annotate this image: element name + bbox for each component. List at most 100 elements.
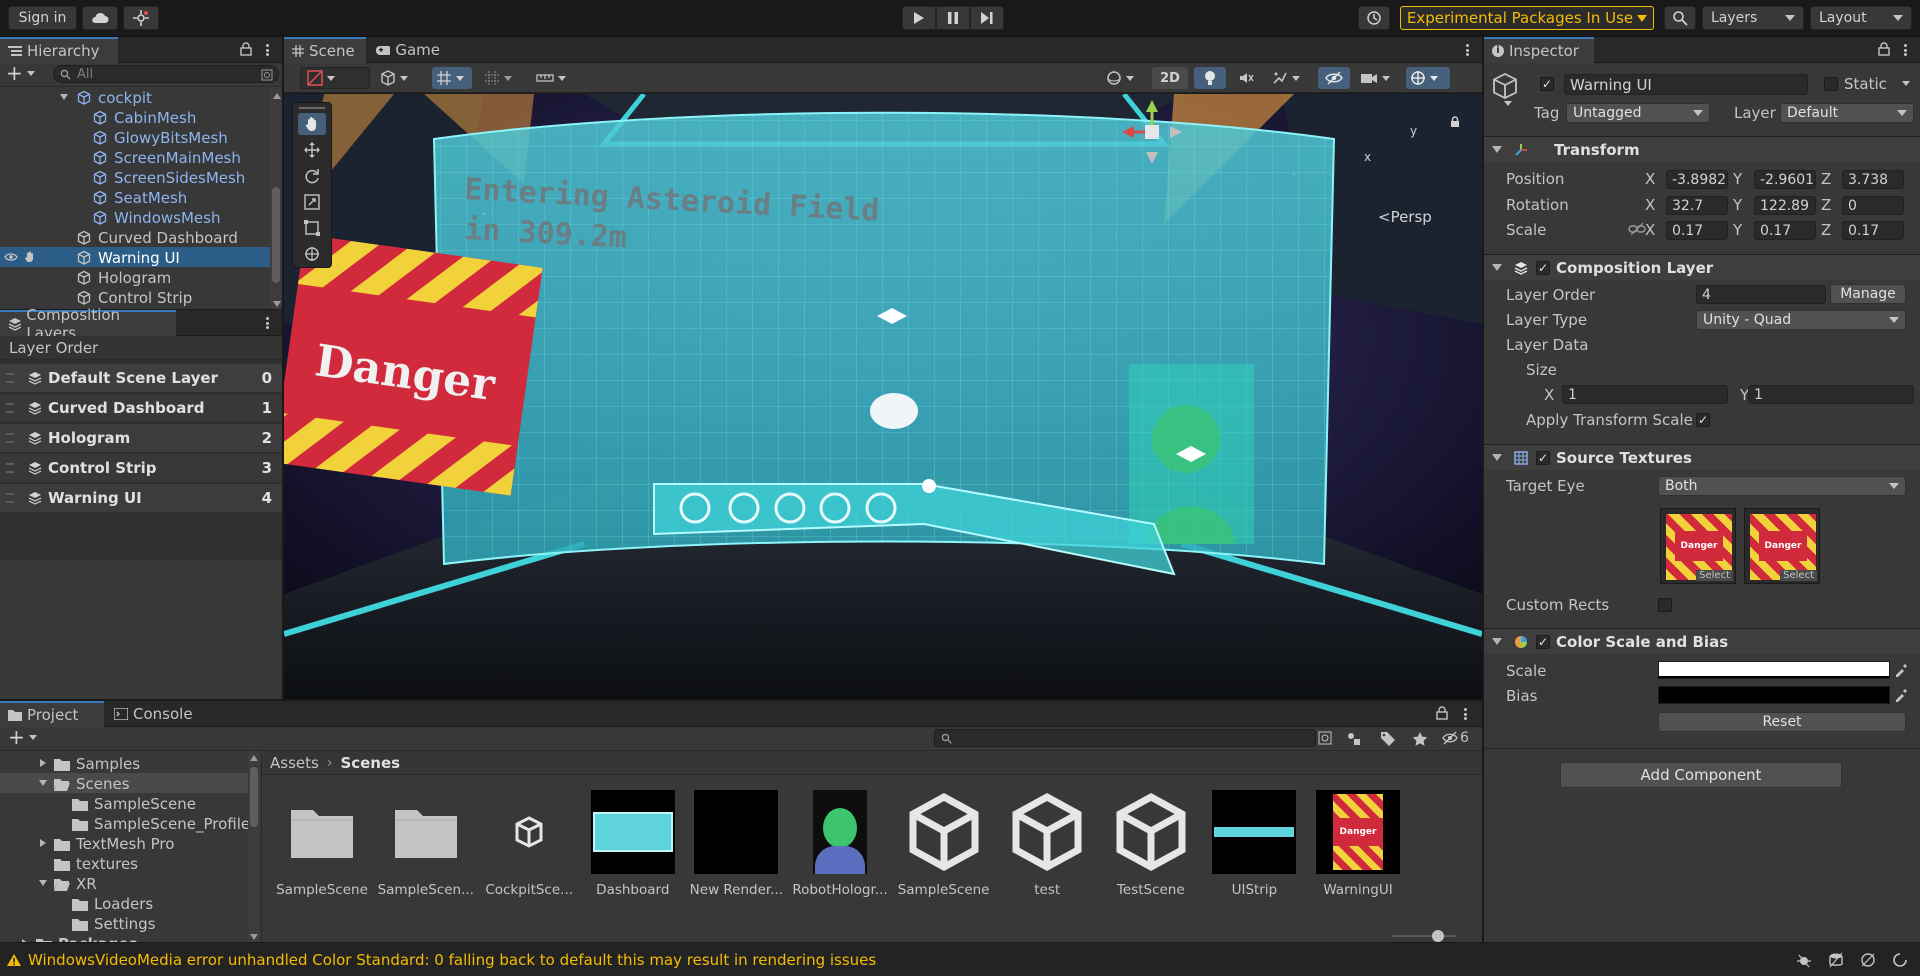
lock-icon[interactable]	[1878, 42, 1890, 56]
perspective-label[interactable]: <Persp	[1378, 208, 1432, 226]
rot-z-input[interactable]: 0	[1842, 196, 1904, 215]
gizmos-dropdown[interactable]	[1406, 67, 1450, 89]
composition-layer-component-header[interactable]: ✓ Composition Layer	[1484, 254, 1920, 280]
camera-dropdown[interactable]	[1356, 67, 1400, 89]
label-tag-icon[interactable]	[1380, 731, 1396, 747]
kebab-menu-icon[interactable]	[260, 42, 274, 58]
collab-button[interactable]	[123, 6, 159, 30]
scene-search-icon[interactable]	[261, 69, 273, 81]
asset-item[interactable]: SampleScen...	[378, 790, 474, 898]
project-tree-item[interactable]: textures	[0, 853, 248, 873]
ruler-dropdown[interactable]	[532, 67, 572, 89]
static-checkbox[interactable]	[1824, 77, 1838, 91]
layers-dropdown[interactable]: Layers	[1702, 6, 1804, 30]
pos-z-input[interactable]: 3.738	[1842, 170, 1904, 189]
composition-layer-row[interactable]: Default Scene Layer 0	[0, 364, 282, 392]
project-tree-item[interactable]: XR	[0, 873, 248, 893]
scale-y-input[interactable]: 0.17	[1754, 221, 1816, 240]
experimental-packages-button[interactable]: Experimental Packages In Use	[1400, 6, 1654, 30]
size-y-input[interactable]: 1	[1748, 385, 1914, 404]
asset-item[interactable]: SampleScene	[274, 790, 370, 898]
reset-button[interactable]: Reset	[1658, 712, 1906, 732]
add-component-button[interactable]: Add Component	[1560, 762, 1842, 788]
sign-in-button[interactable]: Sign in	[8, 6, 77, 30]
scene-visibility-toggle[interactable]	[1318, 67, 1350, 89]
layer-type-dropdown[interactable]: Unity - Quad	[1696, 310, 1906, 330]
kebab-menu-icon[interactable]	[1460, 42, 1474, 58]
hierarchy-scrollbar[interactable]	[270, 87, 282, 309]
project-tree-item[interactable]: SampleScene_Profiles	[0, 813, 258, 833]
link-icon[interactable]	[1628, 222, 1646, 236]
lighting-toggle[interactable]	[1194, 67, 1226, 89]
hierarchy-item[interactable]: Warning UI	[0, 247, 270, 267]
lock-icon[interactable]	[1436, 706, 1448, 720]
composition-layer-enabled-checkbox[interactable]: ✓	[1536, 260, 1550, 275]
project-tree-scrollbar[interactable]	[248, 751, 260, 942]
breadcrumb-assets[interactable]: Assets	[270, 754, 319, 772]
tab-inspector[interactable]: i Inspector	[1484, 37, 1594, 63]
layer-order-input[interactable]: 4	[1696, 285, 1826, 304]
hierarchy-item[interactable]: WindowsMesh	[0, 207, 270, 227]
orientation-dropdown[interactable]	[1102, 67, 1148, 89]
pos-y-input[interactable]: -2.9601	[1754, 170, 1816, 189]
collapse-arrow-icon[interactable]	[39, 880, 47, 886]
play-button[interactable]	[902, 6, 936, 30]
drag-handle-icon[interactable]	[6, 433, 14, 443]
expand-arrow-icon[interactable]	[40, 759, 46, 767]
draw-mode-dropdown[interactable]	[300, 67, 370, 89]
search-by-type-icon[interactable]	[1318, 731, 1334, 747]
hierarchy-item[interactable]: ScreenMainMesh	[0, 147, 270, 167]
asset-item[interactable]: SampleScene	[896, 790, 992, 898]
snap-increment-dropdown[interactable]	[480, 67, 520, 89]
progress-icon[interactable]	[1892, 952, 1908, 968]
pickable-hand-icon[interactable]	[24, 251, 36, 263]
filter-by-type-icon[interactable]	[1346, 731, 1362, 747]
create-button[interactable]: +	[6, 63, 35, 83]
bias-color-field[interactable]	[1658, 686, 1890, 704]
rot-y-input[interactable]: 122.89	[1754, 196, 1816, 215]
active-checkbox[interactable]: ✓	[1540, 77, 1554, 91]
scale-z-input[interactable]: 0.17	[1842, 221, 1904, 240]
rot-x-input[interactable]: 32.7	[1666, 196, 1728, 215]
cloud-button[interactable]	[82, 6, 118, 30]
render-mode-dropdown[interactable]	[376, 67, 422, 89]
asset-item[interactable]: UIStrip	[1206, 790, 1302, 898]
composition-layer-row[interactable]: Hologram 2	[0, 424, 282, 452]
project-tree-item[interactable]: Samples	[0, 753, 248, 773]
composition-layer-row[interactable]: Warning UI 4	[0, 484, 282, 512]
asset-item[interactable]: New Render...	[688, 790, 784, 898]
step-button[interactable]	[970, 6, 1004, 30]
favorite-star-icon[interactable]	[1412, 731, 1428, 747]
lock-icon[interactable]	[240, 42, 252, 56]
asset-item[interactable]: Danger WarningUI	[1310, 790, 1406, 898]
tab-scene[interactable]: Scene	[284, 37, 366, 63]
drag-handle-icon[interactable]	[6, 373, 14, 383]
cache-server-icon[interactable]	[1828, 952, 1844, 968]
rotate-tool[interactable]	[298, 165, 326, 187]
project-tree-item[interactable]: Settings	[0, 913, 248, 933]
color-scale-bias-enabled-checkbox[interactable]: ✓	[1536, 634, 1550, 649]
create-asset-button[interactable]: +	[8, 727, 37, 747]
history-button[interactable]	[1358, 6, 1390, 30]
asset-item[interactable]: Dashboard	[585, 790, 681, 898]
tag-dropdown[interactable]: Untagged	[1566, 103, 1710, 123]
auto-generate-lighting-icon[interactable]	[1860, 952, 1876, 968]
scene-viewport[interactable]: Entering Asteroid Field in 309.2m Danger	[284, 94, 1482, 699]
hierarchy-search-input[interactable]: All	[53, 65, 279, 83]
search-button[interactable]	[1664, 6, 1696, 30]
hierarchy-item[interactable]: Hologram	[0, 267, 270, 287]
expand-arrow-icon[interactable]	[60, 94, 68, 100]
hierarchy-item[interactable]: Curved Dashboard	[0, 227, 270, 247]
project-search-input[interactable]	[934, 729, 1316, 747]
eyedropper-icon[interactable]	[1894, 688, 1908, 702]
project-tree-item[interactable]: Scenes	[0, 773, 248, 793]
drag-handle-icon[interactable]	[6, 493, 14, 503]
asset-item[interactable]: TestScene	[1103, 790, 1199, 898]
scale-tool[interactable]	[298, 191, 326, 213]
kebab-menu-icon[interactable]	[1898, 42, 1912, 58]
scale-color-field[interactable]	[1658, 661, 1890, 679]
debug-icon[interactable]	[1796, 952, 1812, 968]
asset-item[interactable]: CockpitSce...	[481, 790, 577, 898]
apply-transform-scale-checkbox[interactable]: ✓	[1696, 413, 1710, 427]
project-tree-item[interactable]: SampleScene	[0, 793, 248, 813]
